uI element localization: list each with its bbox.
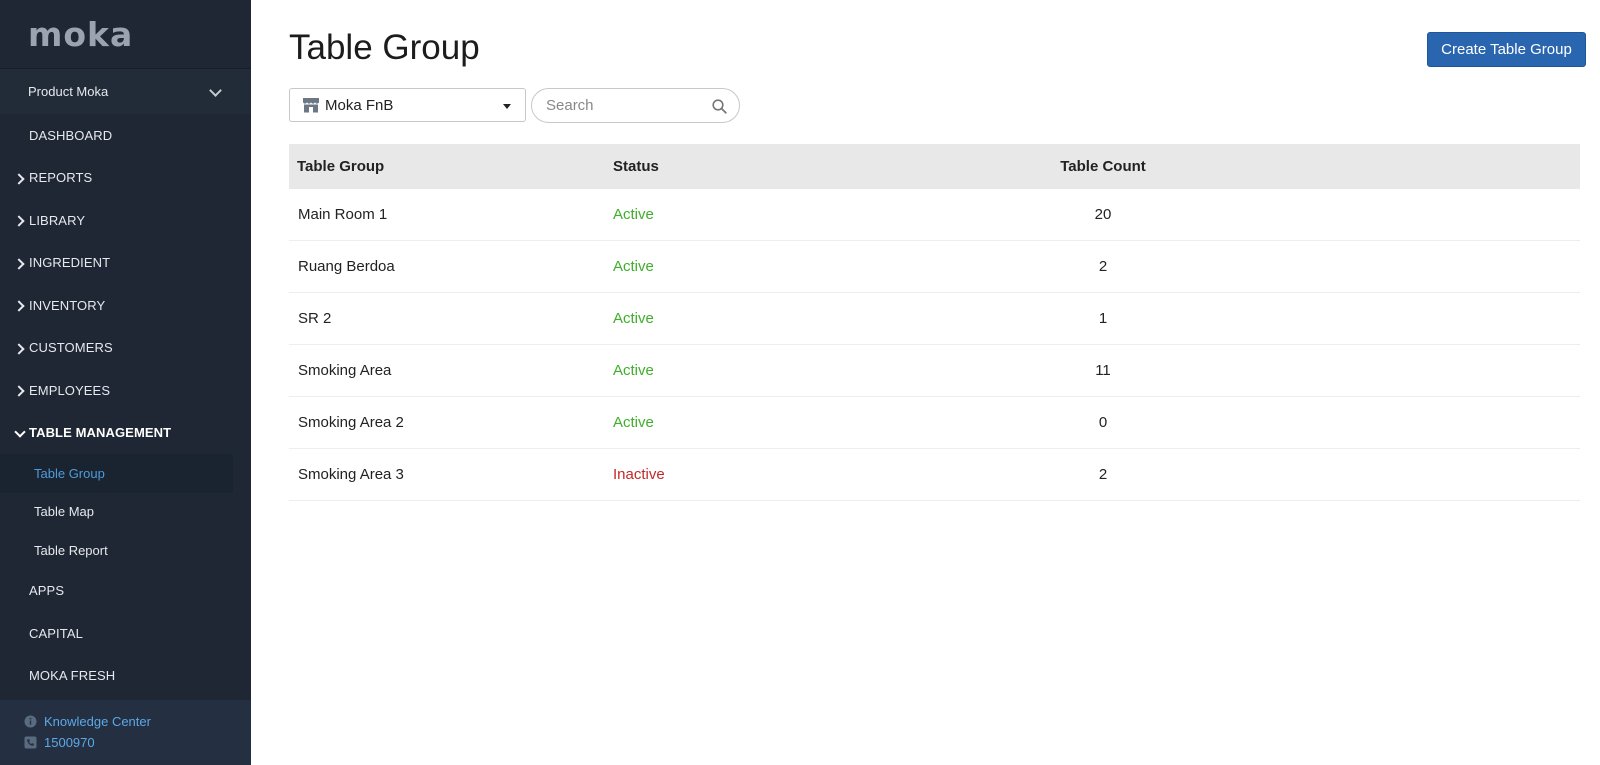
knowledge-center-link[interactable]: Knowledge Center <box>24 711 251 732</box>
cell-status: Active <box>613 310 654 327</box>
sidebar-subitem-table-map[interactable]: Table Map <box>0 493 251 532</box>
sidebar-item-label: INVENTORY <box>29 297 106 313</box>
table-row[interactable]: Smoking Area Active 11 <box>289 345 1580 397</box>
table-row[interactable]: Main Room 1 Active 20 <box>289 189 1580 241</box>
cell-table-count: 2 <box>1098 258 1108 275</box>
sidebar-subitem-label: Table Report <box>34 542 108 558</box>
sidebar-item-dashboard[interactable]: DASHBOARD <box>0 114 251 157</box>
cell-status: Active <box>613 206 654 223</box>
chevron-right-icon <box>14 256 28 270</box>
main-content: Table Group Create Table Group Moka FnB … <box>251 0 1600 765</box>
sidebar-item-customers[interactable]: CUSTOMERS <box>0 327 251 370</box>
sidebar-footer: Knowledge Center 1500970 <box>0 700 251 765</box>
sidebar-item-employees[interactable]: EMPLOYEES <box>0 369 251 412</box>
cell-table-count: 11 <box>1095 362 1111 379</box>
chevron-down-icon <box>14 426 28 440</box>
chevron-right-icon <box>14 171 28 185</box>
table-row[interactable]: SR 2 Active 1 <box>289 293 1580 345</box>
store-icon <box>302 97 320 113</box>
logo[interactable]: moka <box>0 0 251 69</box>
sidebar-item-moka-fresh[interactable]: MOKA FRESH <box>0 655 251 698</box>
product-label: Product Moka <box>28 84 109 99</box>
cell-table-count: 1 <box>1098 310 1108 327</box>
sidebar-item-capital[interactable]: CAPITAL <box>0 612 251 655</box>
sidebar-item-label: EMPLOYEES <box>29 382 111 398</box>
create-table-group-button[interactable]: Create Table Group <box>1427 32 1586 67</box>
logo-text: moka <box>28 15 134 54</box>
info-icon <box>24 715 37 728</box>
cell-table-group: Main Room 1 <box>298 206 388 223</box>
cell-table-count: 0 <box>1098 414 1108 431</box>
sidebar-subitem-label: Table Group <box>34 465 105 481</box>
table-header: Table Group Status Table Count <box>289 144 1580 189</box>
sidebar-item-label: LIBRARY <box>29 212 86 228</box>
sidebar-nav: DASHBOARD REPORTS LIBRARY INGREDIENT INV… <box>0 114 251 697</box>
caret-down-icon <box>503 104 511 109</box>
sidebar-item-label: CUSTOMERS <box>29 340 113 356</box>
sidebar-submenu: Table Group Table Map Table Report <box>0 454 251 570</box>
sidebar-item-library[interactable]: LIBRARY <box>0 199 251 242</box>
product-selector[interactable]: Product Moka <box>0 69 251 114</box>
cell-table-group: Smoking Area 3 <box>298 466 404 483</box>
page-title: Table Group <box>289 28 480 67</box>
phone-number: 1500970 <box>44 735 95 750</box>
cell-status: Active <box>613 414 654 431</box>
column-header-table-count[interactable]: Table Count <box>1013 158 1193 175</box>
sidebar-item-apps[interactable]: APPS <box>0 570 251 613</box>
cell-status: Active <box>613 362 654 379</box>
chevron-right-icon <box>14 383 28 397</box>
sidebar-item-table-management[interactable]: TABLE MANAGEMENT <box>0 412 251 455</box>
sidebar-item-ingredient[interactable]: INGREDIENT <box>0 242 251 285</box>
table-row[interactable]: Ruang Berdoa Active 2 <box>289 241 1580 293</box>
sidebar-item-inventory[interactable]: INVENTORY <box>0 284 251 327</box>
sidebar-subitem-table-group[interactable]: Table Group <box>0 454 233 493</box>
cell-status: Active <box>613 258 654 275</box>
phone-icon <box>24 736 37 749</box>
phone-link[interactable]: 1500970 <box>24 732 251 753</box>
cell-table-count: 20 <box>1094 206 1112 223</box>
chevron-down-icon <box>209 85 223 99</box>
sidebar-item-label: APPS <box>29 583 65 599</box>
table-group-table: Table Group Status Table Count Main Room… <box>289 144 1580 501</box>
sidebar-subitem-label: Table Map <box>34 504 94 520</box>
chevron-right-icon <box>14 213 28 227</box>
table-row[interactable]: Smoking Area 2 Active 0 <box>289 397 1580 449</box>
search-input[interactable] <box>532 89 702 122</box>
cell-table-count: 2 <box>1098 466 1108 483</box>
cell-table-group: Smoking Area <box>298 362 392 379</box>
cell-table-group: Smoking Area 2 <box>298 414 404 431</box>
sidebar-subitem-table-report[interactable]: Table Report <box>0 531 251 570</box>
sidebar-item-reports[interactable]: REPORTS <box>0 157 251 200</box>
sidebar: moka Product Moka DASHBOARD REPORTS LIBR… <box>0 0 251 765</box>
column-header-table-group[interactable]: Table Group <box>289 158 613 175</box>
sidebar-item-label: DASHBOARD <box>29 127 113 143</box>
sidebar-item-label: MOKA FRESH <box>29 668 116 684</box>
knowledge-center-label: Knowledge Center <box>44 714 151 729</box>
cell-status: Inactive <box>613 466 665 483</box>
search-box <box>531 88 740 123</box>
chevron-right-icon <box>14 341 28 355</box>
chevron-right-icon <box>14 298 28 312</box>
sidebar-item-label: TABLE MANAGEMENT <box>29 425 172 441</box>
outlet-select[interactable]: Moka FnB <box>289 88 526 122</box>
sidebar-item-label: INGREDIENT <box>29 255 111 271</box>
outlet-select-value: Moka FnB <box>325 96 394 114</box>
cell-table-group: Ruang Berdoa <box>298 258 395 275</box>
column-header-status[interactable]: Status <box>613 158 1013 175</box>
sidebar-item-label: CAPITAL <box>29 625 83 641</box>
cell-table-group: SR 2 <box>298 310 332 327</box>
table-row[interactable]: Smoking Area 3 Inactive 2 <box>289 449 1580 501</box>
sidebar-item-label: REPORTS <box>29 170 93 186</box>
search-icon[interactable] <box>712 99 727 114</box>
